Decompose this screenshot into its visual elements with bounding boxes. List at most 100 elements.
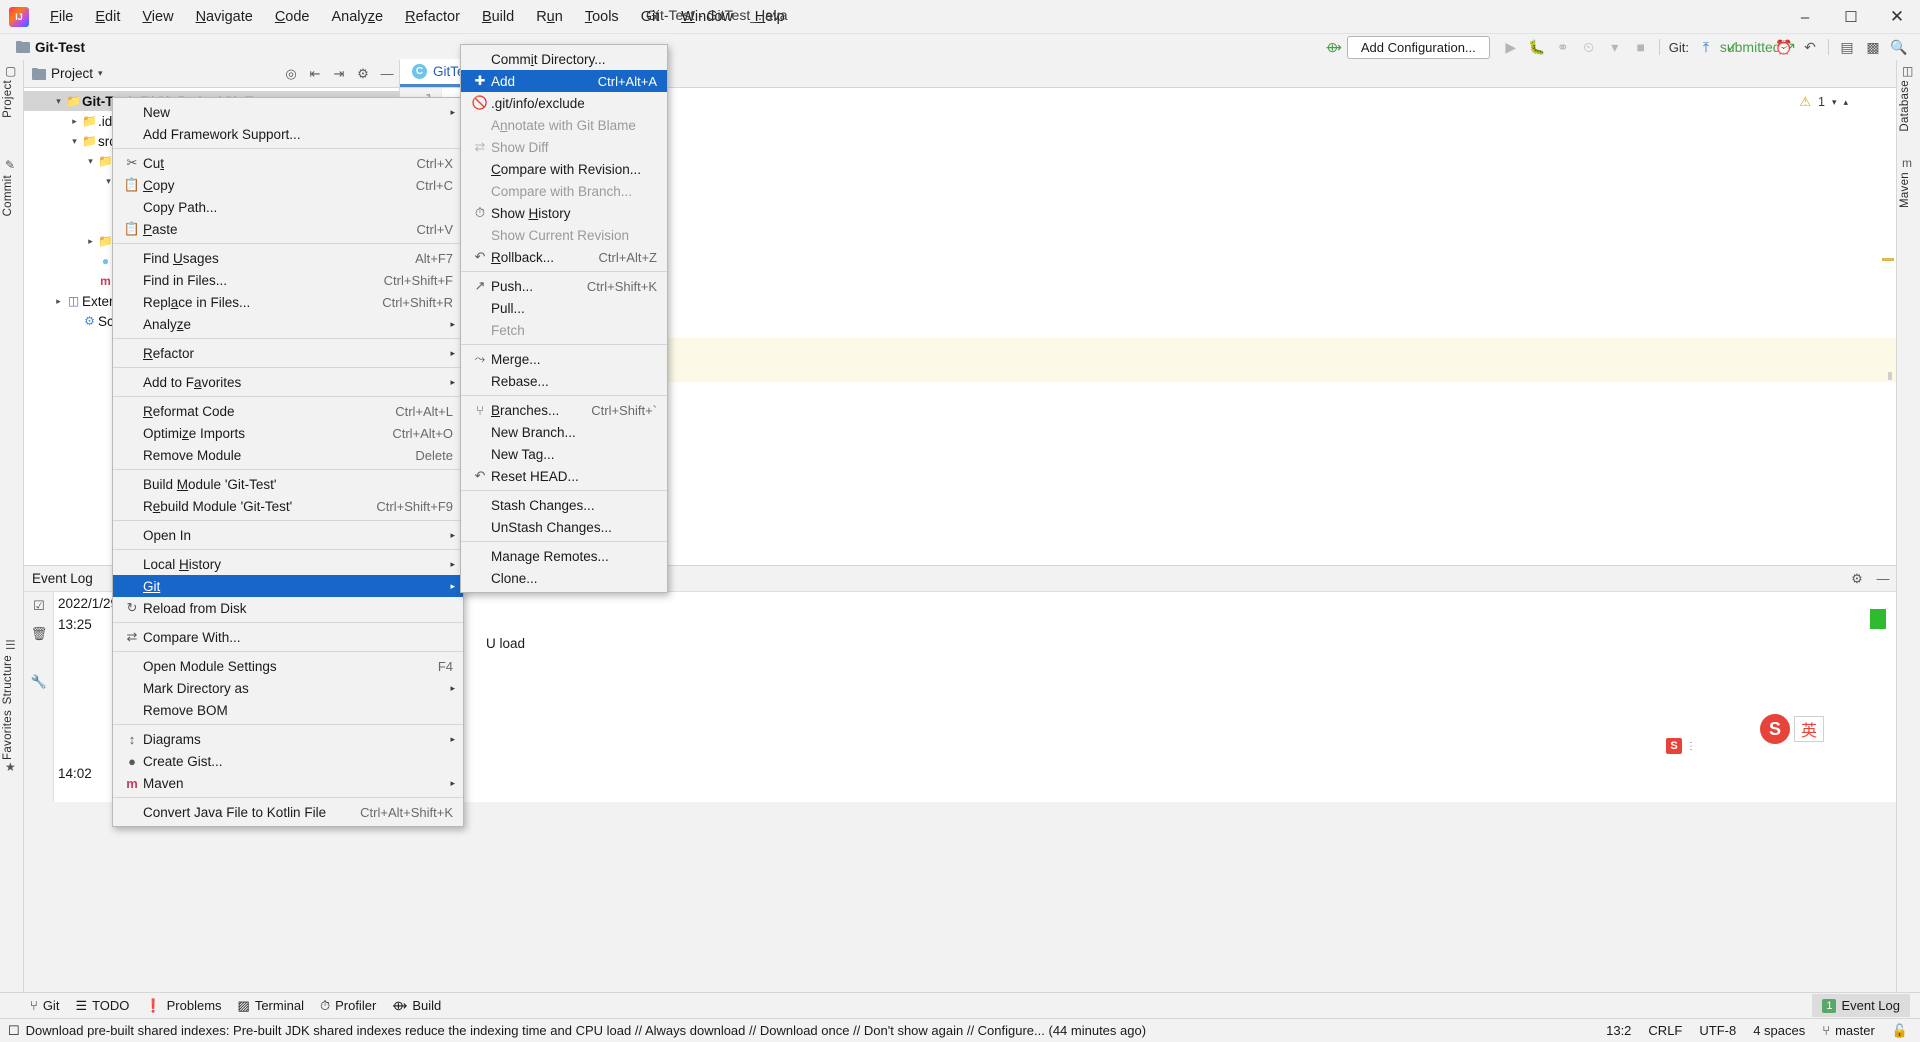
menu-code[interactable]: Code	[264, 5, 321, 29]
branch-widget[interactable]: ⑂ master	[1822, 1023, 1875, 1038]
menu-item-rebuild-module[interactable]: Rebuild Module 'Git-Test' Ctrl+Shift+F9	[113, 495, 463, 517]
locate-icon[interactable]: ◎	[279, 62, 303, 86]
sogou-logo-icon[interactable]: S	[1760, 714, 1790, 744]
sidebar-item-maven[interactable]: Maven	[1899, 172, 1911, 208]
encoding[interactable]: UTF-8	[1699, 1023, 1736, 1038]
menu-item-create-gist[interactable]: ● Create Gist...	[113, 750, 463, 772]
git-menu-item-rebase[interactable]: Rebase...	[461, 370, 667, 392]
ime-menu-icon[interactable]: ⋮	[1686, 741, 1696, 752]
run-with-coverage-icon[interactable]: ⚭	[1550, 35, 1576, 59]
menu-item-copy-path[interactable]: Copy Path...	[113, 196, 463, 218]
menu-item-add-to-favorites[interactable]: Add to Favorites ▸	[113, 371, 463, 393]
menu-item-local-history[interactable]: Local History ▸	[113, 553, 463, 575]
menu-item-copy[interactable]: 📋 Copy Ctrl+C	[113, 174, 463, 196]
menu-analyze[interactable]: Analyze	[321, 5, 395, 29]
chevron-right-icon[interactable]: ▸	[52, 296, 65, 307]
tool-button-event-log[interactable]: 1 Event Log	[1812, 994, 1910, 1017]
git-menu-item-reset-head[interactable]: ↶ Reset HEAD...	[461, 465, 667, 487]
chevron-down-icon[interactable]: ▾	[1602, 35, 1628, 59]
menu-item-new[interactable]: New ▸	[113, 101, 463, 123]
hide-icon[interactable]: —	[1870, 567, 1896, 591]
tool-button-profiler[interactable]: ⏱ Profiler	[320, 998, 376, 1014]
git-menu-item-pull[interactable]: Pull...	[461, 297, 667, 319]
menu-item-find-usages[interactable]: Find Usages Alt+F7	[113, 247, 463, 269]
menu-refactor[interactable]: Refactor	[394, 5, 471, 29]
settings-wrench-icon[interactable]: 🔧	[24, 668, 54, 696]
status-message-area[interactable]: ☐ Download pre-built shared indexes: Pre…	[8, 1023, 1146, 1039]
ime-indicator[interactable]: S 英	[1760, 714, 1824, 744]
git-menu-item-push[interactable]: ↗ Push... Ctrl+Shift+K	[461, 275, 667, 297]
editor-marker-warning[interactable]	[1882, 258, 1894, 261]
indent-setting[interactable]: 4 spaces	[1753, 1023, 1805, 1038]
git-update-icon[interactable]: ⤒	[1693, 35, 1719, 59]
breadcrumb[interactable]: Git-Test	[16, 40, 85, 55]
mark-read-icon[interactable]: ☑	[24, 592, 54, 620]
git-menu-item-manage-remotes[interactable]: Manage Remotes...	[461, 545, 667, 567]
line-separator[interactable]: CRLF	[1648, 1023, 1682, 1038]
close-icon[interactable]: ✕	[1874, 0, 1920, 34]
menu-item-paste[interactable]: 📋 Paste Ctrl+V	[113, 218, 463, 240]
editor-marker-change[interactable]	[1888, 372, 1892, 380]
git-menu-item-exclude[interactable]: 🚫 .git/info/exclude	[461, 92, 667, 114]
add-configuration-button[interactable]: Add Configuration...	[1346, 35, 1490, 59]
chevron-down-icon[interactable]: ▾	[98, 68, 103, 79]
tool-button-terminal[interactable]: ▨ Terminal	[238, 998, 304, 1014]
menu-item-git[interactable]: Git ▸	[113, 575, 463, 597]
git-menu-item-new-branch[interactable]: New Branch...	[461, 421, 667, 443]
git-menu-item-add[interactable]: ✚ Add Ctrl+Alt+A	[461, 70, 667, 92]
collapse-all-icon[interactable]: ⇤	[303, 62, 327, 86]
debug-icon[interactable]: 🐛	[1524, 35, 1550, 59]
sogou-icon[interactable]: S	[1666, 738, 1682, 754]
hide-icon[interactable]: —	[375, 62, 399, 86]
unlocked-icon[interactable]: 🔓	[1892, 1023, 1908, 1039]
menu-item-remove-bom[interactable]: Remove BOM	[113, 699, 463, 721]
git-push-icon[interactable]: submitted;↗	[1720, 35, 1796, 59]
chevron-right-icon[interactable]: ▸	[84, 236, 97, 247]
menu-item-cut[interactable]: ✂ Cut Ctrl+X	[113, 152, 463, 174]
menu-edit[interactable]: Edit	[84, 5, 131, 29]
stop-icon[interactable]: ■	[1628, 35, 1654, 59]
run-icon[interactable]: ▶	[1498, 35, 1524, 59]
chevron-down-icon[interactable]: ▾	[84, 156, 97, 167]
menu-item-reload-from-disk[interactable]: ↻ Reload from Disk	[113, 597, 463, 619]
git-menu-item-compare-with-revision[interactable]: Compare with Revision...	[461, 158, 667, 180]
menu-item-build-module[interactable]: Build Module 'Git-Test'	[113, 473, 463, 495]
tool-button-todo[interactable]: ☰ TODO	[75, 998, 129, 1014]
menu-item-open-in[interactable]: Open In ▸	[113, 524, 463, 546]
ime-english-icon[interactable]: 英	[1794, 716, 1824, 742]
tool-button-build[interactable]: ⟴ Build	[392, 998, 441, 1014]
tool-button-git[interactable]: ⑂ Git	[30, 998, 59, 1013]
git-menu-item-new-tag[interactable]: New Tag...	[461, 443, 667, 465]
git-menu-item-commit-directory[interactable]: Commit Directory...	[461, 48, 667, 70]
menu-file[interactable]: File	[39, 5, 84, 29]
menu-item-add-framework-support[interactable]: Add Framework Support...	[113, 123, 463, 145]
expand-icon[interactable]: ⇥	[327, 62, 351, 86]
sidebar-item-favorites[interactable]: Favorites	[2, 710, 14, 760]
git-menu-item-rollback[interactable]: ↶ Rollback... Ctrl+Alt+Z	[461, 246, 667, 268]
menu-item-replace-in-files[interactable]: Replace in Files... Ctrl+Shift+R	[113, 291, 463, 313]
menu-item-open-module-settings[interactable]: Open Module Settings F4	[113, 655, 463, 677]
git-menu-item-stash-changes[interactable]: Stash Changes...	[461, 494, 667, 516]
project-structure-icon[interactable]: ▤	[1834, 35, 1860, 59]
chevron-down-icon[interactable]: ▾	[52, 96, 65, 107]
menu-item-diagrams[interactable]: ↕ Diagrams ▸	[113, 728, 463, 750]
menu-item-refactor[interactable]: Refactor ▸	[113, 342, 463, 364]
git-menu-item-show-history[interactable]: ⏱ Show History	[461, 202, 667, 224]
menu-item-convert-java-to-kotlin[interactable]: Convert Java File to Kotlin File Ctrl+Al…	[113, 801, 463, 823]
gear-icon[interactable]: ⚙	[351, 62, 375, 86]
menu-item-maven[interactable]: m Maven ▸	[113, 772, 463, 794]
menu-run[interactable]: Run	[525, 5, 574, 29]
sidebar-item-database[interactable]: Database	[1899, 80, 1911, 132]
menu-item-reformat-code[interactable]: Reformat Code Ctrl+Alt+L	[113, 400, 463, 422]
sidebar-item-structure[interactable]: Structure	[2, 655, 14, 704]
menu-build[interactable]: Build	[471, 5, 525, 29]
menu-item-remove-module[interactable]: Remove Module Delete	[113, 444, 463, 466]
hammer-icon[interactable]: ⟴	[1321, 35, 1347, 59]
git-menu-item-branches[interactable]: ⑂ Branches... Ctrl+Shift+`	[461, 399, 667, 421]
delete-icon[interactable]: 🗑	[24, 620, 54, 648]
profiler-icon[interactable]: ⏲	[1576, 35, 1602, 59]
minimize-icon[interactable]: –	[1782, 0, 1828, 34]
menu-item-analyze[interactable]: Analyze ▸	[113, 313, 463, 335]
menu-tools[interactable]: Tools	[574, 5, 630, 29]
git-menu-item-unstash-changes[interactable]: UnStash Changes...	[461, 516, 667, 538]
